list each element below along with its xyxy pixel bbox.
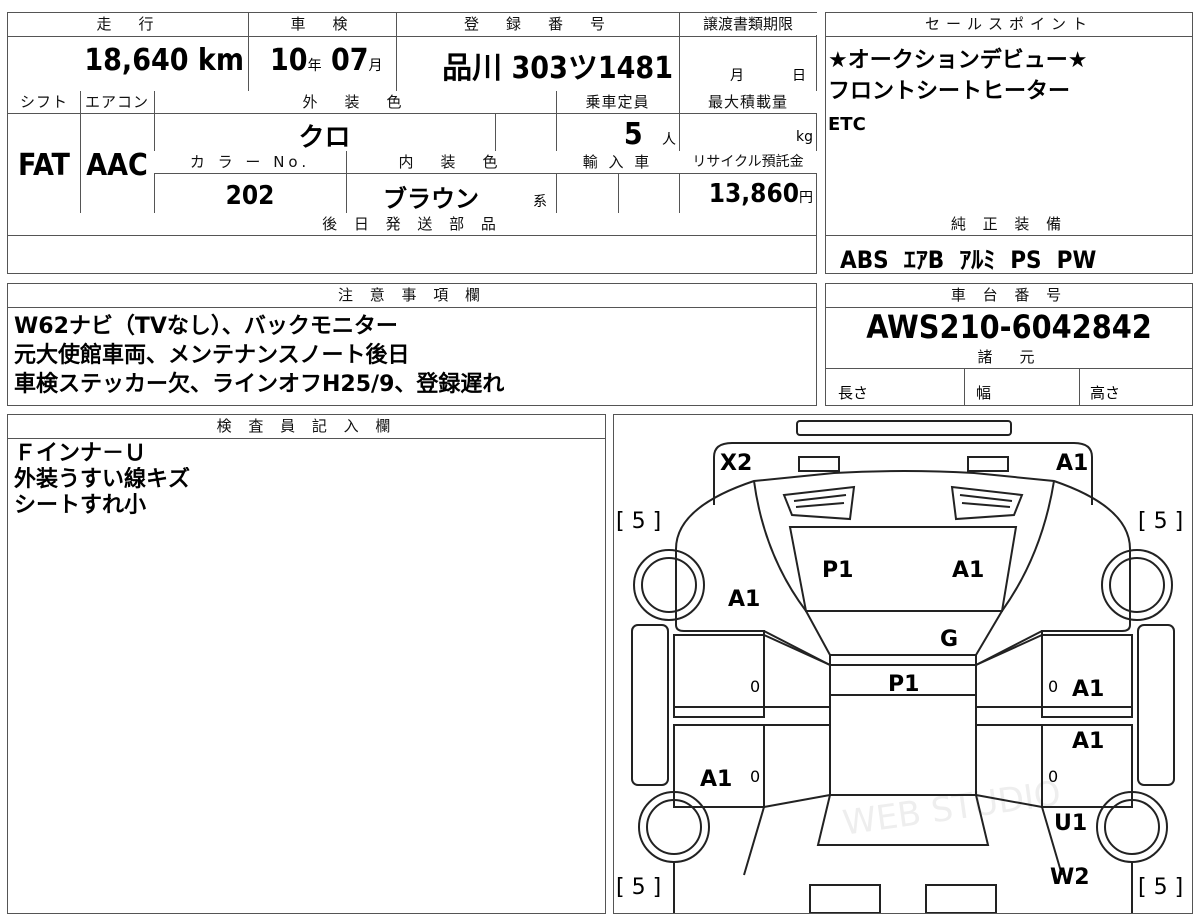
inspection-header: 車 検 bbox=[248, 13, 396, 35]
mark-u1-right-rear: U1 bbox=[1054, 811, 1088, 836]
recycle-unit: 円 bbox=[799, 190, 813, 206]
registration-number: 品川 303ツ1481 bbox=[442, 51, 673, 86]
chassis-header: 車 台 番 号 bbox=[826, 284, 1192, 306]
ac-value: AAC bbox=[86, 148, 148, 183]
tire-front-left-label: [ 5 ] bbox=[616, 509, 662, 534]
mileage-number: 18,640 bbox=[84, 43, 189, 78]
sales-points-panel: セールスポイント ★オークションデビュー★ フロントシートヒーター ETC 純 … bbox=[825, 12, 1193, 274]
inspector-header: 検 査 員 記 入 欄 bbox=[8, 415, 605, 437]
sales-point-2: フロントシートヒーター bbox=[828, 79, 1071, 104]
mark-a1-right-rear-door: A1 bbox=[1072, 729, 1105, 754]
car-body-diagram: WEB STUDIO bbox=[631, 420, 1175, 913]
mark-g-windshield: G bbox=[940, 627, 959, 652]
transfer-month-unit: 月 bbox=[730, 68, 744, 84]
mark-a1-left-rear-door: A1 bbox=[700, 767, 733, 792]
mileage-header: 走 行 bbox=[8, 13, 248, 35]
inspection-month-unit: 月 bbox=[368, 58, 383, 74]
specs-header: 諸 元 bbox=[826, 346, 1192, 368]
shift-header: シフト bbox=[8, 91, 80, 113]
recycle-value: 13,860円 bbox=[679, 179, 813, 209]
exterior-color-header: 外 装 色 bbox=[154, 91, 556, 113]
inspection-value: 10年 07月 bbox=[270, 43, 395, 78]
equipment-header: 純 正 装 備 bbox=[826, 213, 1192, 235]
sales-point-1: ★オークションデビュー★ bbox=[828, 48, 1088, 73]
mileage-value: 18,640 km bbox=[8, 43, 244, 78]
mark-p1-hood: P1 bbox=[822, 558, 854, 583]
inspection-year-unit: 年 bbox=[307, 58, 322, 74]
inspector-line-1: Ｆインナ－Ｕ bbox=[14, 441, 147, 466]
mark-w2-right-rear: W2 bbox=[1050, 865, 1090, 890]
notes-header: 注 意 事 項 欄 bbox=[8, 284, 816, 306]
max-load-header: 最大積載量 bbox=[679, 91, 817, 113]
recycle-number: 13,860 bbox=[708, 179, 799, 209]
inspection-year: 10 bbox=[270, 43, 308, 78]
capacity-unit: 人 bbox=[662, 132, 676, 148]
spec-height-label: 高さ bbox=[1090, 384, 1121, 402]
transfer-deadline-header: 譲渡書類期限 bbox=[679, 13, 817, 35]
mark-zero-left-front-door: 0 bbox=[750, 677, 761, 696]
inspector-line-2: 外装うすい線キズ bbox=[14, 467, 191, 492]
mark-p1-roof: P1 bbox=[888, 672, 920, 697]
inspector-panel: 検 査 員 記 入 欄 Ｆインナ－Ｕ 外装うすい線キズ シートすれ小 bbox=[7, 414, 606, 914]
capacity-number: 5 bbox=[623, 117, 643, 152]
capacity-header: 乗車定員 bbox=[556, 91, 679, 113]
interior-color-unit: 系 bbox=[533, 194, 547, 210]
mark-zero-right-front-door: 0 bbox=[1048, 677, 1059, 696]
tire-front-right-label: [ 5 ] bbox=[1138, 509, 1184, 534]
mark-x2-front-left: X2 bbox=[720, 451, 753, 476]
recycle-header: リサイクル預託金 bbox=[679, 151, 817, 173]
shift-value: FAT bbox=[18, 148, 70, 183]
car-diagram-panel: WEB STUDIO [5] [5] [5] [5] X2 A1… bbox=[613, 414, 1193, 914]
capacity-value: 5 人 bbox=[556, 117, 676, 152]
max-load-unit: kg bbox=[796, 129, 813, 145]
diagram-watermark: WEB STUDIO bbox=[840, 774, 1063, 844]
sales-point-3: ETC bbox=[828, 114, 866, 135]
spec-length-label: 長さ bbox=[838, 384, 869, 402]
sales-points-header: セールスポイント bbox=[826, 13, 1192, 35]
chassis-panel: 車 台 番 号 AWS210-6042842 諸 元 長さ 幅 高さ bbox=[825, 283, 1193, 406]
mark-a1-front-right: A1 bbox=[1056, 451, 1089, 476]
interior-color-header: 内 装 色 bbox=[346, 151, 556, 173]
notes-panel: 注 意 事 項 欄 W62ナビ（TVなし）、バックモニター 元大使館車両、メンテ… bbox=[7, 283, 817, 406]
transfer-day-unit: 日 bbox=[792, 68, 806, 84]
mark-zero-right-rear-door: 0 bbox=[1048, 767, 1059, 786]
equipment-value: ABS ｴｱB ｱﾙﾐ PS PW bbox=[840, 246, 1097, 274]
inspection-month: 07 bbox=[330, 43, 369, 78]
mark-a1-right-front-door: A1 bbox=[1072, 677, 1105, 702]
mileage-unit: km bbox=[197, 43, 244, 78]
chassis-number: AWS210-6042842 bbox=[866, 308, 1152, 346]
note-line-1: W62ナビ（TVなし）、バックモニター bbox=[14, 314, 398, 339]
note-line-2: 元大使館車両、メンテナンスノート後日 bbox=[14, 343, 410, 368]
mark-a1-left-fender: A1 bbox=[728, 587, 761, 612]
color-no-value: 202 bbox=[225, 181, 275, 211]
color-no-header: カ ラ ー No. bbox=[154, 151, 346, 173]
mark-a1-hood: A1 bbox=[952, 558, 985, 583]
mark-zero-left-rear-door: 0 bbox=[750, 767, 761, 786]
later-parts-header: 後 日 発 送 部 品 bbox=[8, 213, 816, 235]
note-line-3: 車検ステッカー欠、ラインオフH25/9、登録遅れ bbox=[14, 372, 505, 397]
spec-width-label: 幅 bbox=[976, 384, 992, 402]
interior-color-value: ブラウン bbox=[383, 185, 479, 213]
ac-header: エアコン bbox=[80, 91, 154, 113]
import-header: 輸 入 車 bbox=[556, 151, 679, 173]
tire-rear-left-label: [ 5 ] bbox=[616, 875, 662, 900]
vehicle-info-table: 走 行 車 検 登 録 番 号 譲渡書類期限 18,640 km 10年 07月… bbox=[7, 12, 817, 274]
inspector-line-3: シートすれ小 bbox=[14, 493, 147, 518]
registration-header: 登 録 番 号 bbox=[396, 13, 679, 35]
exterior-color-value: クロ bbox=[298, 123, 351, 153]
tire-rear-right-label: [ 5 ] bbox=[1138, 875, 1184, 900]
